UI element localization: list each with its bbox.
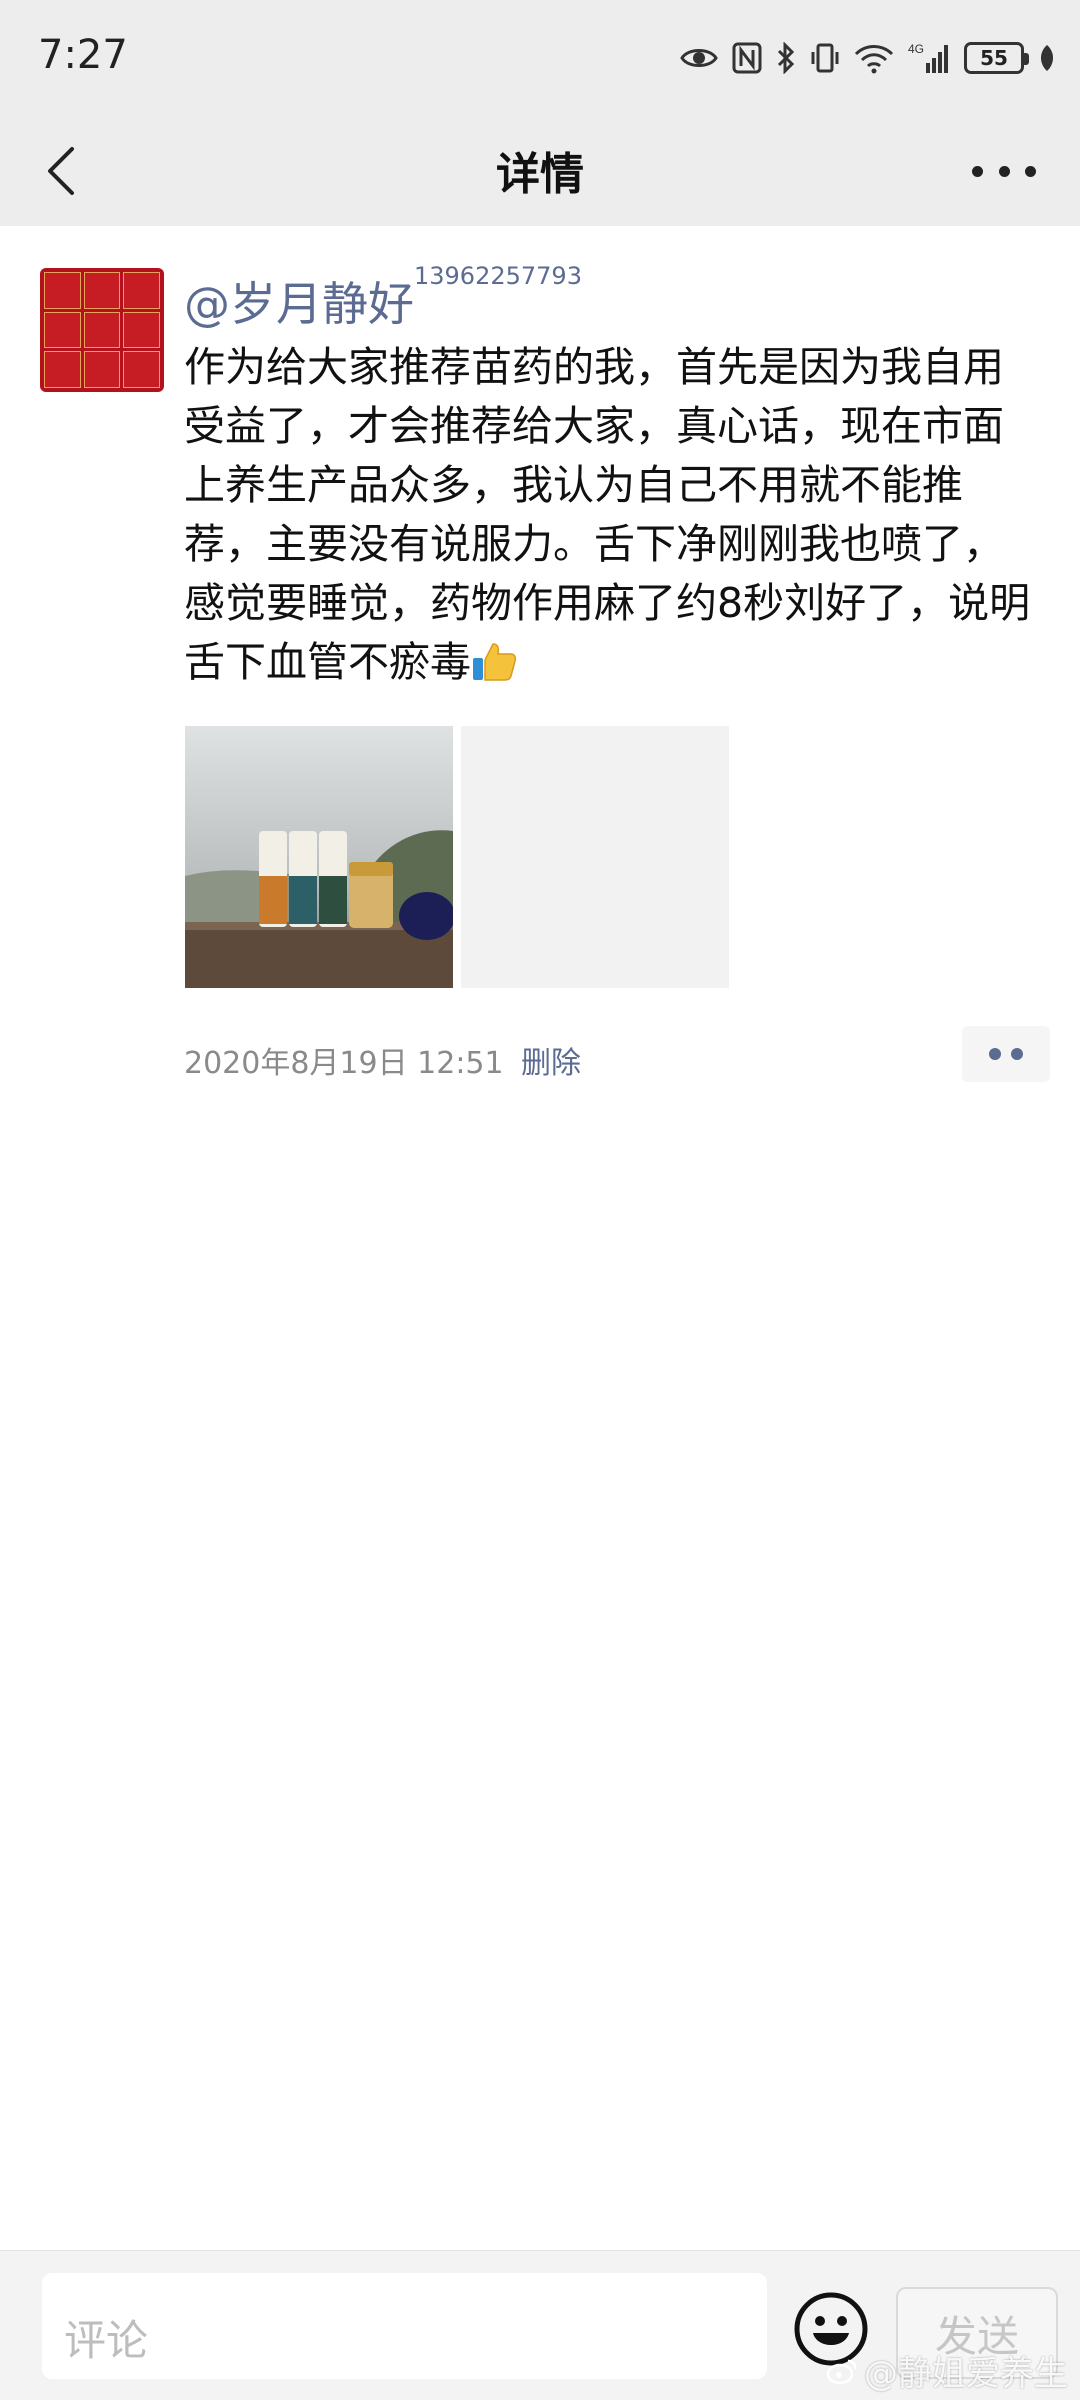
photo-bottles <box>185 726 453 988</box>
avatar-cell <box>83 351 121 388</box>
author-number: 13962257793 <box>414 262 582 290</box>
leaf-icon <box>1040 45 1054 71</box>
post-time: 2020年8月19日 12:51 <box>184 1046 504 1081</box>
post-content: 作为给大家推荐苗药的我，首先是因为我自用受益了，才会推荐给大家，真心话，现在市面… <box>184 338 1034 692</box>
post-text: 作为给大家推荐苗药的我，首先是因为我自用受益了，才会推荐给大家，真心话，现在市面… <box>184 343 1031 686</box>
watermark-text: @静姐爱养生 <box>864 2354 1068 2394</box>
status-icons: 4G 55 <box>680 36 1056 80</box>
nfc-icon <box>732 42 762 74</box>
avatar-cell <box>44 272 81 309</box>
eye-icon <box>680 49 718 67</box>
comment-input[interactable]: 评论 <box>42 2273 767 2379</box>
author-name[interactable]: @岁月静好13962257793 <box>184 262 582 334</box>
bluetooth-icon <box>777 42 795 74</box>
wifi-icon <box>854 45 894 74</box>
thumbs-up-icon <box>473 643 517 681</box>
more-dots-icon <box>989 1048 1001 1060</box>
status-bar: 7:27 4G 55 <box>0 0 1080 116</box>
avatar-cell <box>123 272 160 309</box>
battery-icon: 55 <box>964 42 1029 74</box>
post-photo-placeholder[interactable] <box>461 726 729 988</box>
avatar[interactable] <box>40 268 164 392</box>
delete-button[interactable]: 删除 <box>521 1038 581 1082</box>
page-title: 详情 <box>496 149 584 200</box>
avatar-cell <box>83 311 121 349</box>
avatar-cell <box>123 311 160 349</box>
avatar-cell <box>83 272 121 309</box>
avatar-cell <box>44 311 81 349</box>
author-handle: @岁月静好 <box>184 277 414 331</box>
vibrate-icon <box>811 43 839 73</box>
status-time: 7:27 <box>38 32 128 78</box>
more-icon-dot <box>998 165 1010 177</box>
more-icon <box>972 165 983 177</box>
battery-level: 55 <box>980 46 1008 70</box>
more-icon-dot <box>1025 165 1036 177</box>
network-type: 4G <box>908 42 924 56</box>
post-photo[interactable] <box>185 726 453 988</box>
avatar-cell <box>44 351 81 388</box>
signal-icon: 4G <box>908 42 948 73</box>
watermark: @静姐爱养生 <box>826 2346 1068 2395</box>
like-comment-button[interactable] <box>962 1026 1050 1082</box>
avatar-cell <box>123 351 160 388</box>
more-button[interactable] <box>972 146 1036 196</box>
more-dots-icon-dot <box>1011 1048 1023 1060</box>
weibo-icon <box>826 2359 857 2384</box>
nav-bar: 详情 <box>0 116 1080 226</box>
